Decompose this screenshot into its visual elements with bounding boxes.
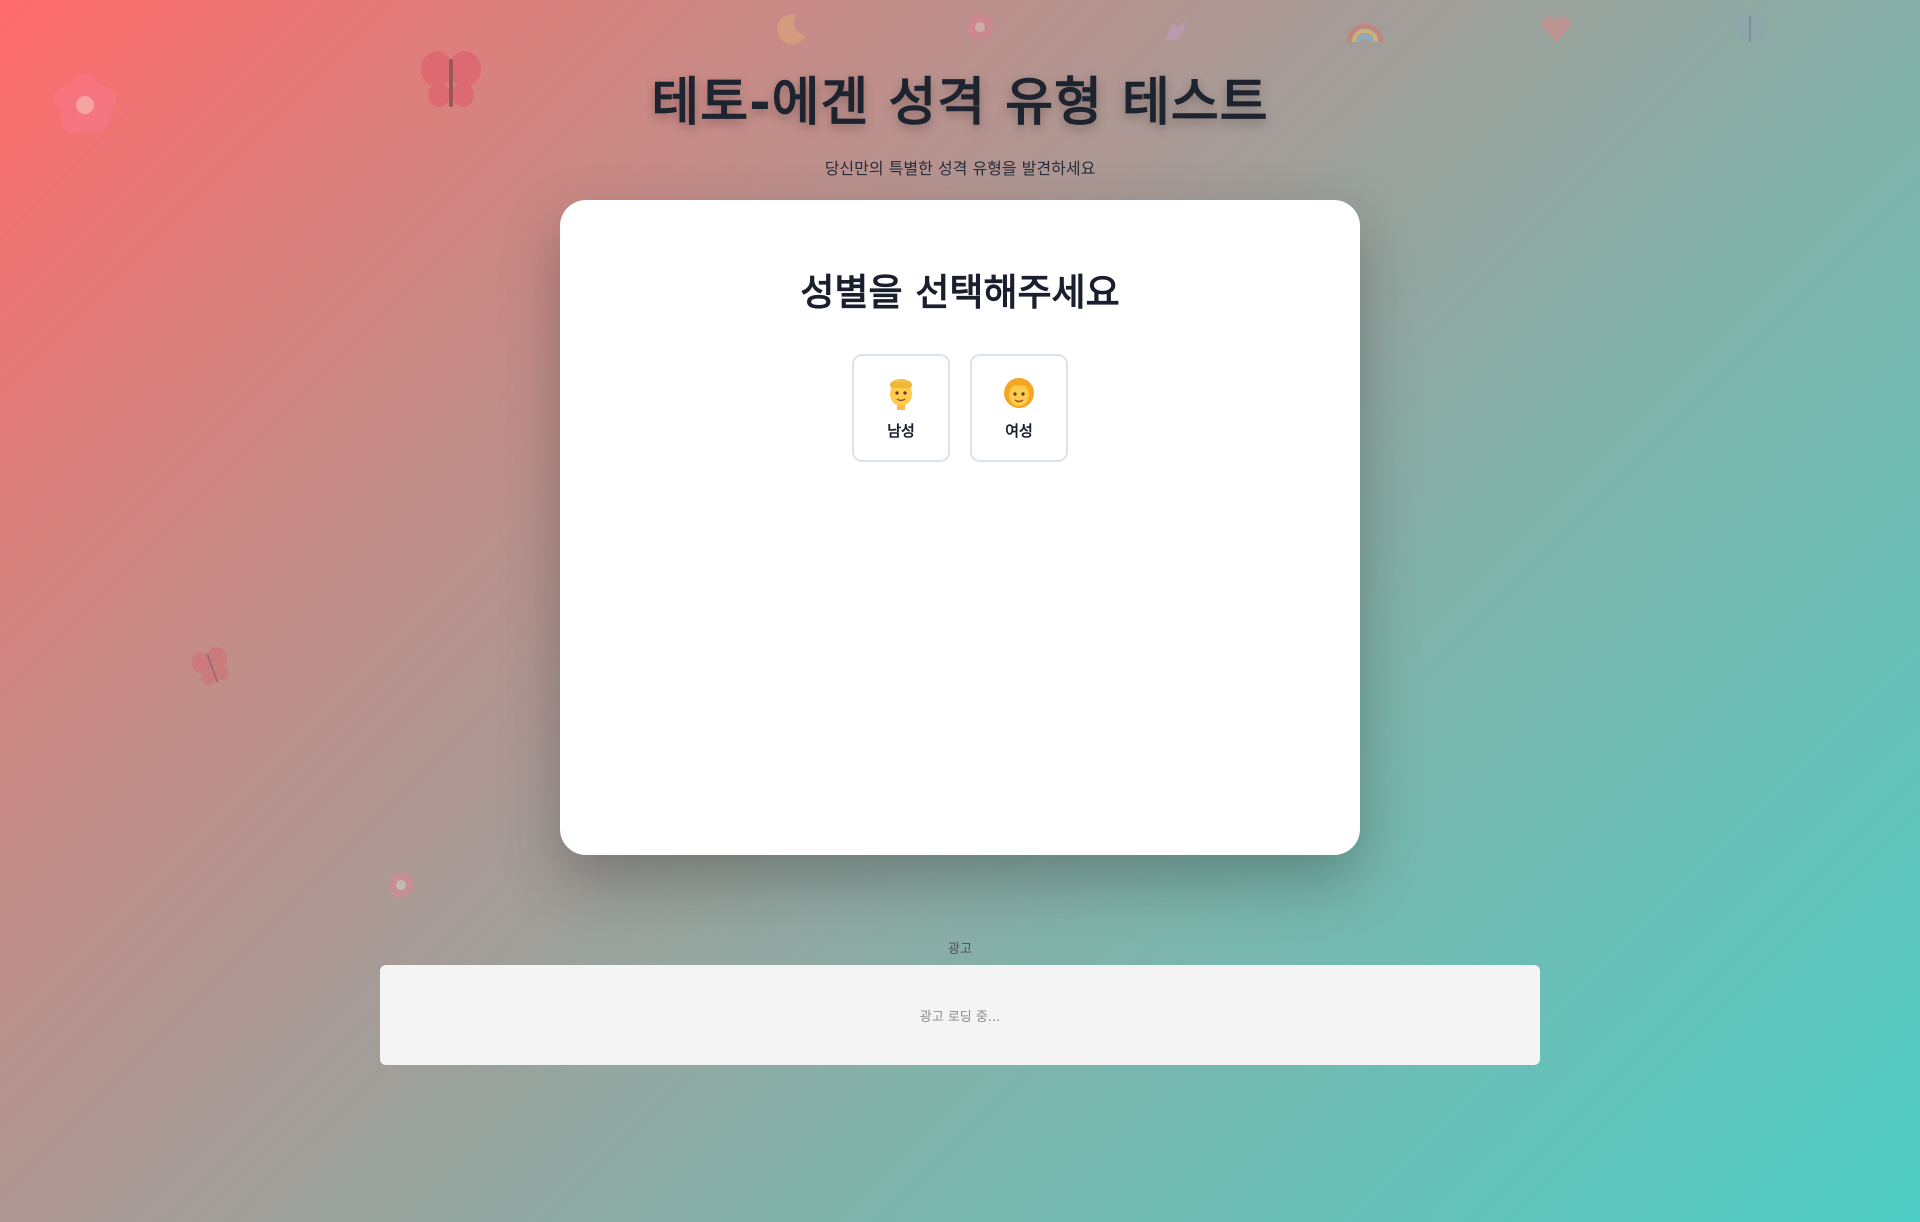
unicorn-icon xyxy=(1160,14,1190,44)
page-title: 테토-에겐 성격 유형 테스트 xyxy=(651,73,1269,133)
page-subtitle: 당신만의 특별한 성격 유형을 발견하세요 xyxy=(824,159,1096,178)
ad-label: 광고 xyxy=(948,942,972,957)
flower-icon xyxy=(965,12,995,42)
gender-options: 남성 여성 xyxy=(560,354,1360,462)
card-title: 성별을 선택해주세요 xyxy=(800,271,1120,314)
male-label: 남성 xyxy=(887,421,915,440)
moon-icon xyxy=(775,12,809,46)
butterfly-icon xyxy=(1732,10,1768,46)
woman-face-icon xyxy=(1004,377,1034,408)
female-button[interactable]: 여성 xyxy=(970,354,1068,462)
heart-icon xyxy=(1540,14,1572,44)
female-label: 여성 xyxy=(1005,421,1033,440)
gender-select-card: 성별을 선택해주세요 남성 여성 xyxy=(560,200,1360,855)
ad-loading-text: 광고 로딩 중... xyxy=(919,1009,1001,1025)
ad-banner[interactable]: 광고 로딩 중... xyxy=(380,965,1540,1065)
butterfly-icon xyxy=(190,645,234,689)
flower-icon xyxy=(386,870,416,900)
rainbow-icon xyxy=(1345,12,1385,46)
male-button[interactable]: 남성 xyxy=(852,354,950,462)
header: 테토-에겐 성격 유형 테스트 당신만의 특별한 성격 유형을 발견하세요 xyxy=(0,60,1920,179)
man-face-icon xyxy=(890,378,912,410)
